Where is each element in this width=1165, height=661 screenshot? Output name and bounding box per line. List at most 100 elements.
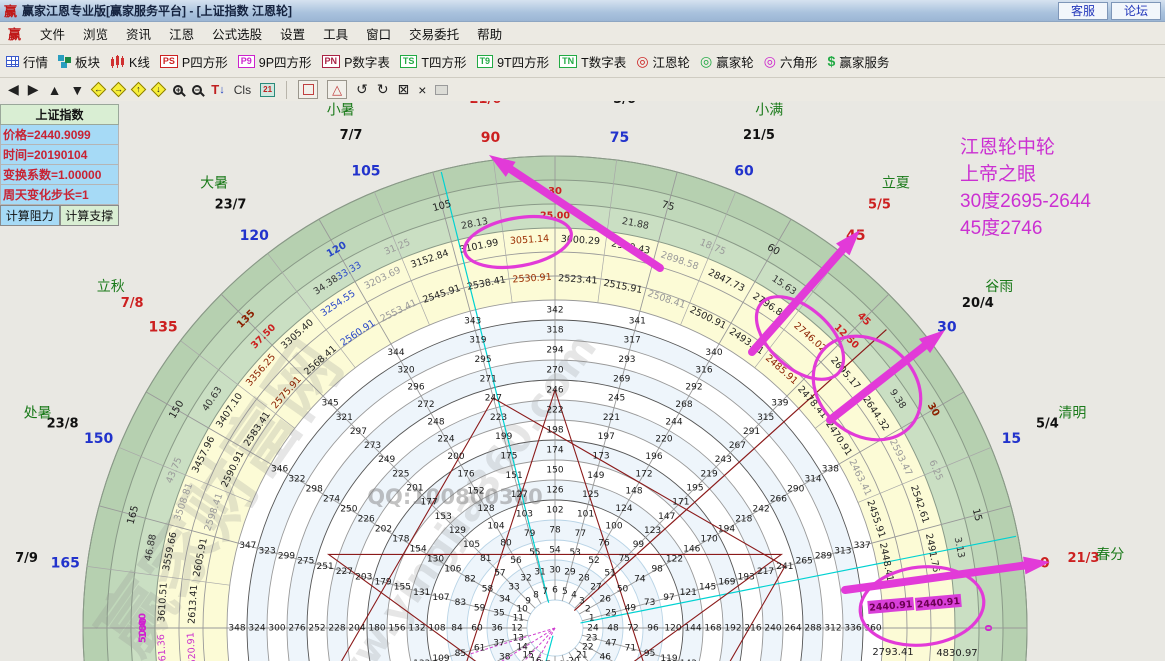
wheel-label: 148 <box>625 487 642 497</box>
wheel-label: 247 <box>485 394 502 404</box>
menu-设置[interactable]: 设置 <box>271 22 314 45</box>
wheel-label: 165 <box>51 556 80 572</box>
toolbar-T四方形[interactable]: TS T四方形 <box>399 52 467 71</box>
wheel-label: 96 <box>647 624 659 634</box>
customer-service-button[interactable]: 客服 <box>1057 1 1108 20</box>
shift-right-button[interactable]: → <box>111 81 127 98</box>
shift-down-button[interactable]: ↓ <box>151 81 167 98</box>
wheel-label: 252 <box>308 624 325 634</box>
wheel-label: 216 <box>744 624 761 634</box>
wheel-label: 312 <box>824 624 841 634</box>
menu-资讯[interactable]: 资讯 <box>117 22 160 45</box>
wheel-label: 324 <box>248 624 265 634</box>
wheel-label: 37 <box>493 639 504 649</box>
toolbar-label: 板块 <box>75 55 101 70</box>
wheel-label: 199 <box>495 432 512 442</box>
wheel-label: 299 <box>278 552 295 562</box>
toolbar-P数字表[interactable]: PN P数字表 <box>321 52 390 71</box>
wheel-label: 220 <box>655 435 672 445</box>
menu-工具[interactable]: 工具 <box>314 22 357 45</box>
triangle-tool-button[interactable]: △ <box>327 80 348 99</box>
calc-support-button[interactable]: 计算支撑 <box>59 205 119 226</box>
menu-窗口[interactable]: 窗口 <box>357 22 400 45</box>
toolbar-label: 赢家服务 <box>839 55 890 70</box>
nav-up-button[interactable]: ▲ <box>48 82 62 98</box>
square-tool-button[interactable] <box>298 80 319 99</box>
wheel-label: 56 <box>510 556 522 566</box>
wheel-label: 149 <box>587 471 604 481</box>
T9-badge-icon: T9 <box>476 54 494 68</box>
wheel-label: 72 <box>627 624 638 634</box>
wheel-icon: ◎ <box>700 53 713 69</box>
menu-交易委托[interactable]: 交易委托 <box>400 22 468 45</box>
toolbar-行情[interactable]: 行情 <box>6 52 48 71</box>
wheel-label: 101 <box>577 510 594 520</box>
wheel-label: 61 <box>474 644 485 654</box>
wheel-label: 176 <box>457 469 474 479</box>
wheel-label: 313 <box>834 546 851 556</box>
wheel-label: 179 <box>374 577 391 587</box>
wheel-label: 73 <box>644 598 655 608</box>
toolbar-K线[interactable]: K线 <box>110 52 150 71</box>
nav-right-button[interactable]: ▶ <box>28 81 39 98</box>
cross-tool-button[interactable]: × <box>418 82 426 98</box>
cls-button[interactable]: Cls <box>234 83 251 97</box>
wheel-label: 51 <box>604 568 615 578</box>
menu-公式选股[interactable]: 公式选股 <box>203 22 271 45</box>
calendar-button[interactable]: 21 <box>260 82 276 97</box>
wheel-label: 178 <box>392 535 409 545</box>
toolbar-板块[interactable]: 板块 <box>58 52 100 71</box>
wheel-label: 131 <box>413 588 430 598</box>
wheel-label: 81 <box>480 554 491 564</box>
toolbar-label: 9P四方形 <box>258 55 312 70</box>
calc-resistance-button[interactable]: 计算阻力 <box>0 205 60 226</box>
wheel-label: 26 <box>600 595 612 605</box>
magenta-annotation-text: 江恩轮中轮 上帝之眼 30度2695-2644 45度2746 <box>960 134 1091 242</box>
wheel-label: 192 <box>724 624 741 634</box>
wheel-label: 296 <box>407 383 424 393</box>
wheel-label: 244 <box>665 417 682 427</box>
toolbar-六角形[interactable]: ◎ 六角形 <box>764 52 818 71</box>
menu-浏览[interactable]: 浏览 <box>74 22 117 45</box>
menu-帮助[interactable]: 帮助 <box>468 22 511 45</box>
wheel-label: 266 <box>770 495 787 505</box>
box-x-button[interactable]: ⊠ <box>398 81 410 98</box>
menu-文件[interactable]: 文件 <box>31 22 74 45</box>
wheel-label: 32 <box>520 573 531 583</box>
menu-江恩[interactable]: 江恩 <box>160 22 203 45</box>
wheel-label: 36 <box>491 624 503 634</box>
toolbar-江恩轮[interactable]: ◎ 江恩轮 <box>636 52 690 71</box>
wheel-label: 97 <box>663 593 674 603</box>
wheel-label: 132 <box>408 624 425 634</box>
toolbar-9P四方形[interactable]: P9 9P四方形 <box>237 52 312 71</box>
forum-button[interactable]: 论坛 <box>1110 1 1161 20</box>
toolbar-P四方形[interactable]: PS P四方形 <box>159 52 228 71</box>
nav-left-button[interactable]: ◀ <box>8 81 19 98</box>
TS-badge-icon: TS <box>399 54 418 68</box>
wheel-label: 5/6 <box>613 101 636 107</box>
wheel-label: 90 <box>481 130 501 146</box>
PS-badge-icon: PS <box>159 54 178 68</box>
toolbar-赢家服务[interactable]: $ 赢家服务 <box>828 52 890 71</box>
wheel-label: 200 <box>447 452 464 462</box>
rotate-cw-button[interactable]: ↻ <box>377 81 389 98</box>
zoom-out-button[interactable]: − <box>192 84 203 95</box>
zoom-in-button[interactable]: + <box>173 84 184 95</box>
easel-gray-button[interactable] <box>435 84 449 95</box>
wheel-label: 126 <box>546 486 563 496</box>
shift-left-button[interactable]: ← <box>91 81 107 98</box>
toolbar-T数字表[interactable]: TN T数字表 <box>559 52 626 71</box>
wheel-label: 291 <box>743 427 760 437</box>
toolbar-label: T四方形 <box>421 55 467 70</box>
wheel-label: 339 <box>771 399 788 409</box>
shift-up-button[interactable]: ↑ <box>131 81 147 98</box>
toolbar-9T四方形[interactable]: T9 9T四方形 <box>476 52 549 71</box>
nav-down-button[interactable]: ▼ <box>70 82 84 98</box>
rotate-ccw-button[interactable]: ↺ <box>356 81 368 98</box>
t-down-button[interactable]: T ↓ <box>211 82 224 97</box>
wheel-label: 318 <box>546 326 563 336</box>
wheel-label: 348 <box>228 624 245 634</box>
toolbar-赢家轮[interactable]: ◎ 赢家轮 <box>700 52 754 71</box>
wheel-label: 226 <box>358 515 375 525</box>
wheel-label: 171 <box>672 498 689 508</box>
